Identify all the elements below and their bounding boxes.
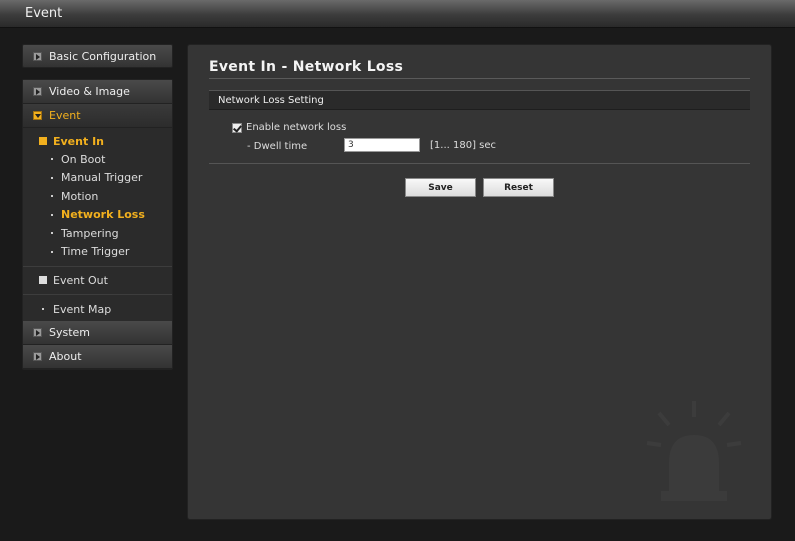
submenu-item-label: Time Trigger — [61, 245, 130, 259]
dwell-time-label: - Dwell time — [247, 141, 308, 152]
main-panel: Event In - Network Loss Network Loss Set… — [187, 44, 772, 520]
section-title: Network Loss Setting — [218, 94, 324, 106]
sidebar-item-about[interactable]: About — [23, 345, 172, 369]
sidebar-item-label: Basic Configuration — [49, 49, 157, 63]
divider — [23, 266, 172, 267]
expand-icon — [33, 87, 42, 96]
dwell-time-range: [1... 180] sec — [430, 140, 497, 151]
sidebar-item-label: About — [49, 350, 82, 363]
sidebar-item-label: Event — [49, 109, 81, 122]
sidebar-group: Video & Image Event Event In On Boot Man… — [22, 79, 173, 370]
submenu-item-time-trigger[interactable]: Time Trigger — [23, 243, 172, 262]
submenu-event-map[interactable]: Event Map — [23, 299, 172, 319]
sidebar: Basic Configuration Video & Image Event … — [22, 44, 173, 370]
submenu-item-on-boot[interactable]: On Boot — [23, 150, 172, 169]
collapse-icon — [33, 111, 42, 120]
submenu-item-label: Motion — [61, 189, 99, 203]
sidebar-item-label: System — [49, 326, 91, 339]
submenu-label: Event In — [53, 134, 104, 148]
enable-network-loss-row: Enable network loss — [232, 122, 346, 133]
dwell-time-input[interactable] — [344, 138, 420, 152]
submenu-item-label: Network Loss — [61, 208, 145, 222]
window-title: Event — [25, 6, 63, 21]
bullet-icon — [51, 232, 53, 234]
submenu-label: Event Out — [53, 273, 108, 287]
square-bullet-icon — [39, 137, 47, 145]
save-button[interactable]: Save — [405, 178, 476, 197]
bullet-icon — [51, 176, 53, 179]
enable-network-loss-checkbox[interactable] — [232, 122, 242, 133]
expand-icon — [33, 328, 42, 337]
section-header: Network Loss Setting — [209, 90, 750, 110]
bullet-icon — [51, 213, 53, 216]
square-bullet-icon — [39, 276, 47, 284]
divider — [23, 294, 172, 295]
sidebar-item-label: Video & Image — [49, 85, 130, 98]
divider — [209, 78, 750, 79]
submenu-event-in[interactable]: Event In — [23, 132, 172, 150]
bullet-icon — [51, 158, 53, 160]
page-title: Event In - Network Loss — [209, 59, 404, 75]
enable-network-loss-label: Enable network loss — [246, 122, 347, 133]
submenu-item-tampering[interactable]: Tampering — [23, 224, 172, 243]
submenu-item-manual-trigger[interactable]: Manual Trigger — [23, 169, 172, 188]
bullet-icon — [42, 308, 44, 310]
submenu-item-motion[interactable]: Motion — [23, 187, 172, 206]
expand-icon — [33, 352, 42, 361]
sidebar-item-basic-configuration[interactable]: Basic Configuration — [22, 44, 173, 68]
sidebar-item-system[interactable]: System — [23, 321, 172, 345]
submenu-item-label: On Boot — [61, 152, 106, 166]
sidebar-item-event[interactable]: Event — [23, 104, 172, 128]
divider — [209, 163, 750, 164]
submenu-item-label: Manual Trigger — [61, 171, 143, 185]
bullet-icon — [51, 195, 53, 197]
submenu-item-label: Tampering — [61, 226, 119, 240]
title-bar: Event — [0, 0, 795, 28]
alarm-watermark-icon — [646, 401, 742, 501]
submenu-label: Event Map — [53, 302, 112, 316]
expand-icon — [33, 52, 42, 61]
sidebar-item-video-image[interactable]: Video & Image — [23, 80, 172, 104]
submenu-item-network-loss[interactable]: Network Loss — [23, 206, 172, 225]
bullet-icon — [51, 250, 53, 253]
reset-button[interactable]: Reset — [483, 178, 554, 197]
submenu-event-out[interactable]: Event Out — [23, 271, 172, 289]
event-submenu: Event In On Boot Manual Trigger Motion N… — [23, 128, 172, 321]
